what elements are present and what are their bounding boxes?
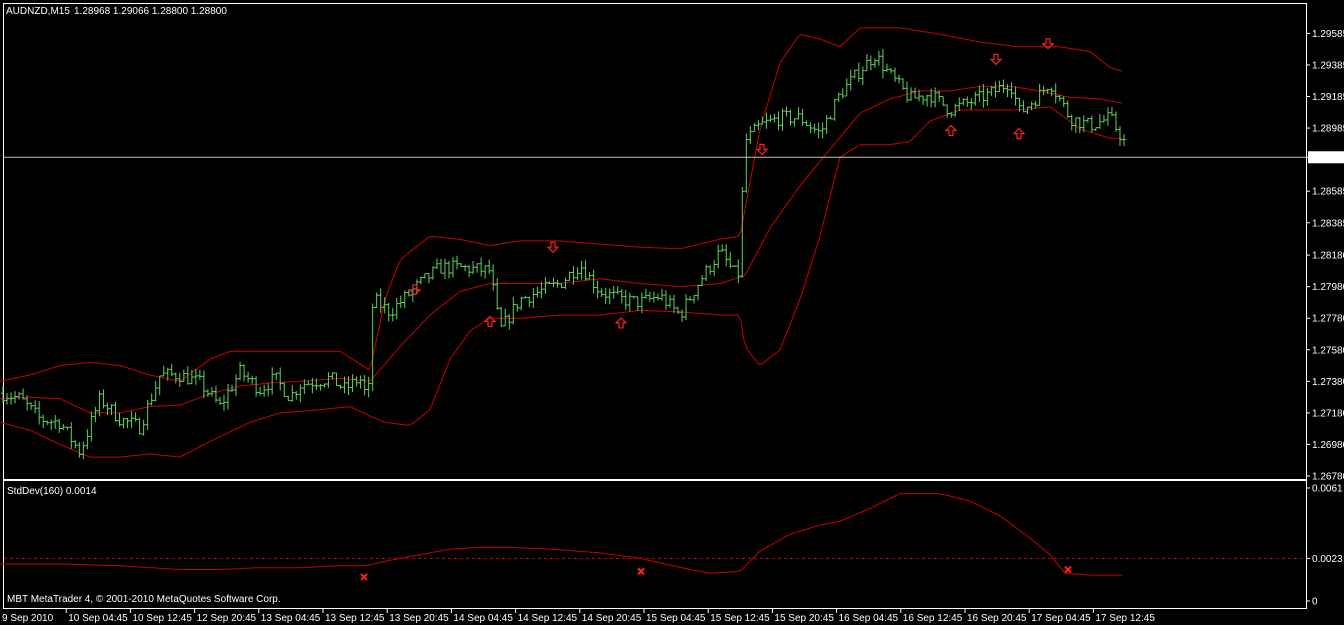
chart-background: [0, 0, 1344, 625]
price-tick-label: 1.26780: [1312, 472, 1344, 483]
price-tick-label: 1.28180: [1312, 251, 1344, 262]
time-tick-label: 16 Sep 20:45: [967, 613, 1027, 624]
time-tick-label: 13 Sep 20:45: [389, 613, 449, 624]
price-axis: 1.29585 1.29385 1.29185 1.28985 1.28800 1.285…: [1306, 29, 1344, 483]
time-tick-label: 16 Sep 04:45: [839, 613, 899, 624]
time-tick-label: 10 Sep 04:45: [68, 613, 128, 624]
time-tick-label: 17 Sep 12:45: [1095, 613, 1155, 624]
price-tick-label: 1.28985: [1312, 124, 1344, 135]
time-tick-label: 10 Sep 12:45: [132, 613, 192, 624]
time-tick-label: 12 Sep 20:45: [197, 613, 257, 624]
time-tick-label: 14 Sep 20:45: [582, 613, 642, 624]
price-tick-label: 1.27580: [1312, 345, 1344, 356]
indicator-label: StdDev(160) 0.0014: [7, 486, 97, 497]
time-tick-label: 14 Sep 12:45: [518, 613, 578, 624]
time-tick-label: 17 Sep 04:45: [1031, 613, 1091, 624]
price-tick-label: 1.27780: [1312, 314, 1344, 325]
indicator-tick-label: 0.0023: [1312, 554, 1343, 565]
symbol-label: AUDNZD,M15: [6, 6, 70, 17]
time-tick-label: 14 Sep 04:45: [453, 613, 513, 624]
indicator-tick-label: 0.0061: [1312, 484, 1343, 495]
price-tick-label: 1.29185: [1312, 92, 1344, 103]
price-tick-label: 1.29385: [1312, 60, 1344, 71]
indicator-tick-label: 0: [1312, 597, 1318, 608]
price-tick-label: 1.28585: [1312, 187, 1344, 198]
price-tick-label: 1.29585: [1312, 29, 1344, 40]
price-tick-label: 1.27380: [1312, 377, 1344, 388]
time-tick-label: 15 Sep 20:45: [774, 613, 834, 624]
price-chart-window[interactable]: 1.29585 1.29385 1.29185 1.28985 1.28800 1.285…: [0, 0, 1344, 625]
time-tick-label: 13 Sep 04:45: [261, 613, 321, 624]
price-tick-label: 1.28385: [1312, 218, 1344, 229]
time-tick-label: 15 Sep 12:45: [710, 613, 770, 624]
ohlc-values: 1.28968 1.29066 1.28800 1.28800: [74, 6, 227, 17]
time-tick-label: 16 Sep 12:45: [903, 613, 963, 624]
price-tick-label: 1.27180: [1312, 408, 1344, 419]
time-tick-label: 15 Sep 04:45: [646, 613, 706, 624]
price-tick-label: 1.26980: [1312, 440, 1344, 451]
price-tick-label: 1.28800: [1312, 153, 1344, 164]
time-tick-label: 9 Sep 2010: [2, 613, 54, 624]
copyright-text: MBT MetaTrader 4, © 2001-2010 MetaQuotes…: [7, 594, 281, 605]
price-tick-label: 1.27980: [1312, 282, 1344, 293]
time-tick-label: 13 Sep 12:45: [325, 613, 385, 624]
